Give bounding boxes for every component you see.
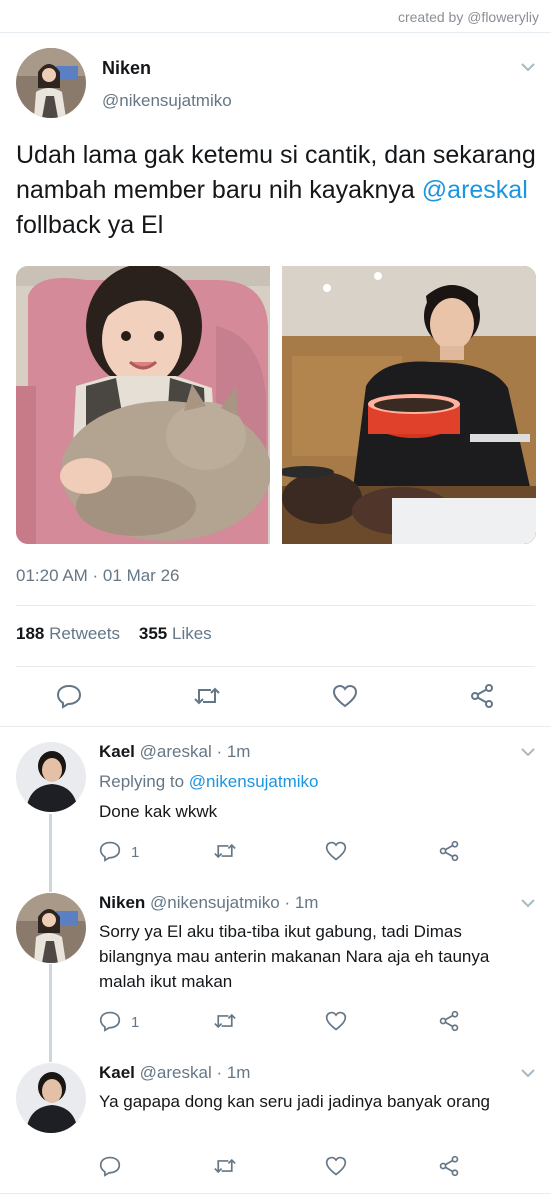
heart-icon[interactable] (331, 682, 359, 710)
chevron-down-icon[interactable] (521, 896, 535, 910)
chevron-down-icon[interactable] (521, 745, 535, 759)
niken-avatar[interactable] (16, 48, 86, 118)
reply-author-handle[interactable]: @areskal (140, 1063, 212, 1082)
tweet-photo-man-cooking[interactable] (282, 266, 536, 544)
replying-label: Replying to (99, 772, 185, 791)
retweets-label[interactable]: Retweets (49, 624, 120, 643)
divider (16, 605, 535, 606)
divider (0, 1193, 551, 1194)
retweet-icon[interactable] (193, 682, 221, 710)
tweet-stats: 188 Retweets 355 Likes (16, 624, 212, 644)
tweet-photo-girl-with-cat[interactable] (16, 266, 270, 544)
reply-time: · 1m (216, 742, 251, 761)
header-divider (0, 32, 551, 33)
reply-text: Done kak wkwk (99, 802, 218, 821)
heart-icon[interactable] (325, 1010, 349, 1034)
reply-icon[interactable] (55, 682, 83, 710)
author-name[interactable]: Niken (102, 58, 151, 79)
credit-label: created by @floweryliy (397, 9, 539, 25)
reply-icon[interactable] (99, 1155, 123, 1179)
kael-avatar[interactable] (16, 742, 86, 812)
retweet-icon[interactable] (213, 1155, 237, 1179)
share-icon[interactable] (438, 1155, 462, 1179)
heart-icon[interactable] (325, 840, 349, 864)
tweet-timestamp[interactable]: 01:20 AM · 01 Mar 26 (16, 566, 179, 586)
author-handle[interactable]: @nikensujatmiko (102, 91, 232, 111)
mention-link[interactable]: @areskal (422, 176, 528, 204)
retweet-icon[interactable] (213, 840, 237, 864)
reply-author-name[interactable]: Kael (99, 1063, 135, 1082)
reply-header: Kael @areskal · 1m (99, 742, 250, 762)
reply-text: Ya gapapa dong kan seru jadi jadinya ban… (99, 1092, 490, 1111)
tweet-text: Udah lama gak ketemu si cantik, dan seka… (16, 138, 536, 243)
divider (16, 666, 535, 667)
chevron-down-icon[interactable] (521, 1066, 535, 1080)
reply-author-name[interactable]: Kael (99, 742, 135, 761)
reply-text: Sorry ya El aku tiba-tiba ikut gabung, t… (99, 922, 490, 991)
chevron-down-icon[interactable] (521, 60, 535, 74)
likes-count[interactable]: 355 (139, 624, 167, 643)
reply-count: 1 (131, 1014, 140, 1031)
reply-author-handle[interactable]: @areskal (140, 742, 212, 761)
retweet-icon[interactable] (213, 1010, 237, 1034)
likes-label[interactable]: Likes (172, 624, 212, 643)
reply-icon[interactable] (99, 1010, 123, 1034)
replying-to: Replying to @nikensujatmiko (99, 772, 319, 792)
thread-connector (49, 814, 52, 892)
share-icon[interactable] (438, 1010, 462, 1034)
thread-connector (49, 964, 52, 1062)
divider (0, 726, 551, 727)
share-icon[interactable] (468, 682, 496, 710)
heart-icon[interactable] (325, 1155, 349, 1179)
kael-avatar[interactable] (16, 1063, 86, 1133)
reply-author-name[interactable]: Niken (99, 893, 145, 912)
reply-icon[interactable] (99, 840, 123, 864)
share-icon[interactable] (438, 840, 462, 864)
reply-header: Kael @areskal · 1m (99, 1063, 250, 1083)
reply-time: · 1m (284, 893, 319, 912)
replying-mention[interactable]: @nikensujatmiko (189, 772, 319, 791)
retweets-count[interactable]: 188 (16, 624, 44, 643)
reply-count: 1 (131, 844, 140, 861)
niken-avatar[interactable] (16, 893, 86, 963)
reply-time: · 1m (216, 1063, 251, 1082)
reply-author-handle[interactable]: @nikensujatmiko (150, 893, 280, 912)
reply-header: Niken @nikensujatmiko · 1m (99, 893, 318, 913)
tweet-text-part: follback ya El (16, 211, 164, 239)
